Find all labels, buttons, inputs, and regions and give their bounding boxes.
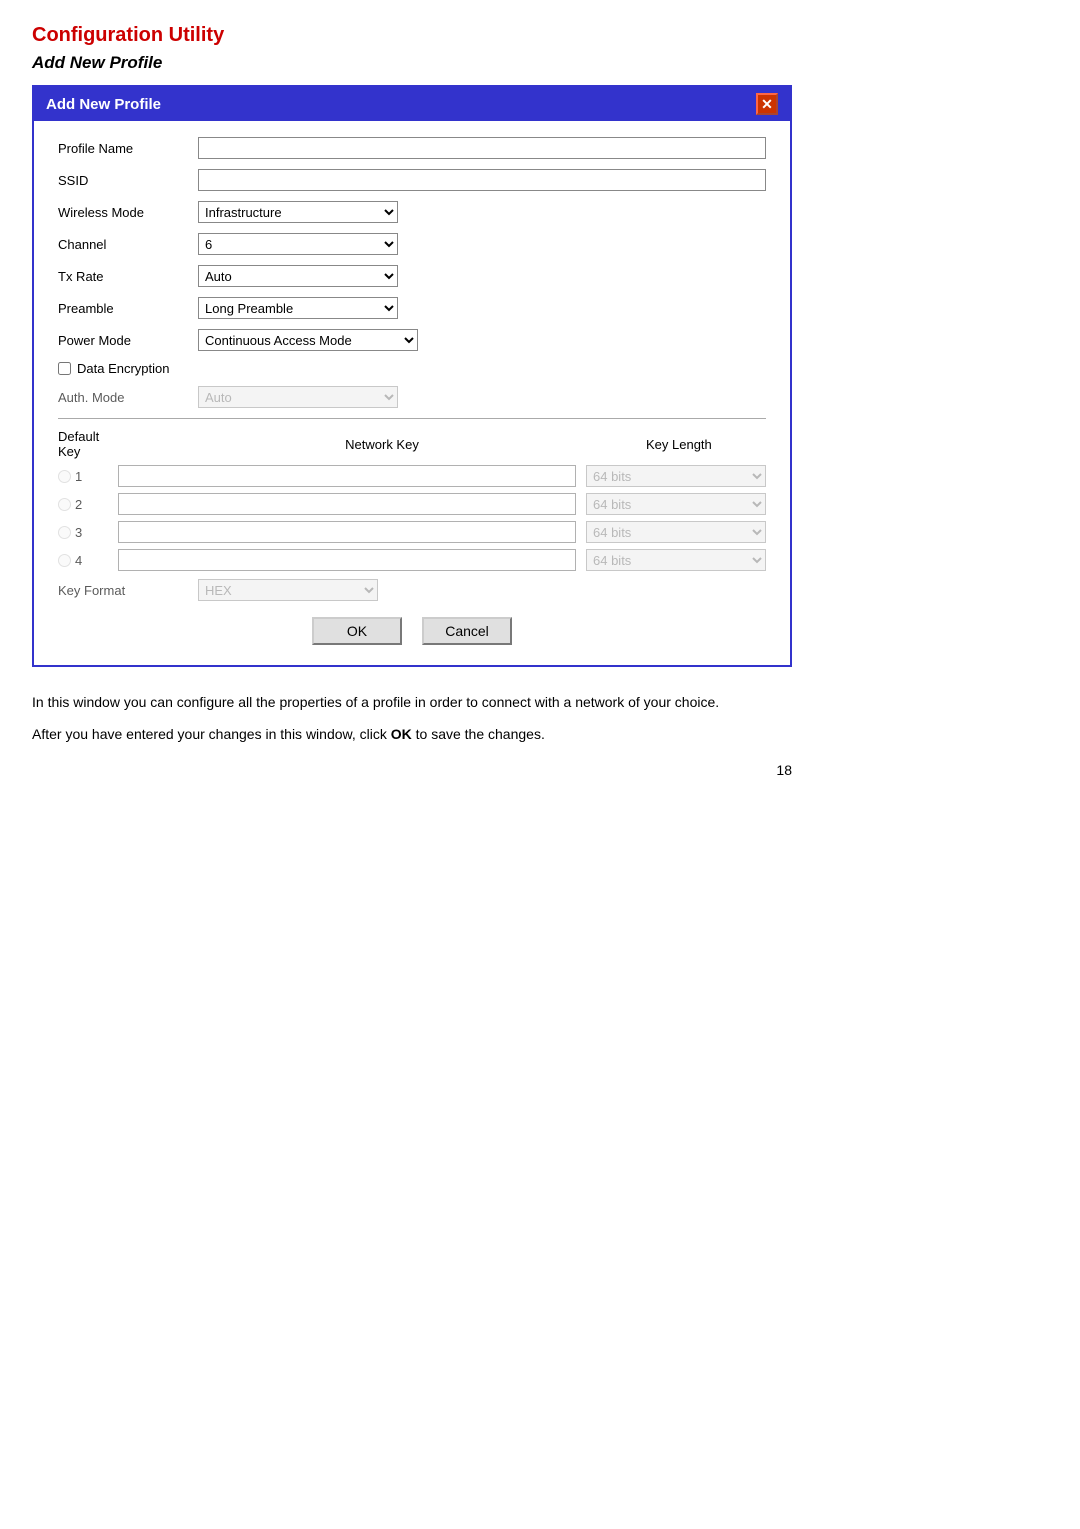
profile-name-input[interactable] bbox=[198, 137, 766, 159]
cancel-button[interactable]: Cancel bbox=[422, 617, 512, 645]
ssid-row: SSID bbox=[58, 169, 766, 191]
key4-network-input[interactable] bbox=[118, 549, 576, 571]
channel-control: 6 12345 7891011 bbox=[198, 233, 766, 255]
key2-radio-label: 2 bbox=[58, 497, 118, 512]
wireless-mode-label: Wireless Mode bbox=[58, 205, 198, 220]
key-format-label: Key Format bbox=[58, 583, 198, 598]
profile-name-label: Profile Name bbox=[58, 141, 198, 156]
key3-radio-label: 3 bbox=[58, 525, 118, 540]
power-mode-row: Power Mode Continuous Access Mode Maximu… bbox=[58, 329, 766, 351]
tx-rate-select[interactable]: Auto 1 Mbps2 Mbps5.5 Mbps11 Mbps bbox=[198, 265, 398, 287]
ssid-input[interactable] bbox=[198, 169, 766, 191]
default-key-header: Default Key bbox=[58, 429, 118, 459]
tx-rate-row: Tx Rate Auto 1 Mbps2 Mbps5.5 Mbps11 Mbps bbox=[58, 265, 766, 287]
close-icon: ✕ bbox=[761, 96, 773, 113]
description-p2-bold: OK bbox=[391, 726, 412, 742]
dialog-titlebar: Add New Profile ✕ bbox=[34, 87, 790, 121]
data-encryption-checkbox[interactable] bbox=[58, 362, 71, 375]
dialog-body: Profile Name SSID Wireless Mode Infrastr… bbox=[34, 121, 790, 665]
add-new-profile-dialog: Add New Profile ✕ Profile Name SSID Wire… bbox=[32, 85, 792, 667]
power-mode-select[interactable]: Continuous Access Mode Maximum Power Sav… bbox=[198, 329, 418, 351]
page-subtitle: Add New Profile bbox=[32, 53, 1048, 73]
wireless-mode-select[interactable]: Infrastructure Ad-hoc bbox=[198, 201, 398, 223]
key3-network-input[interactable] bbox=[118, 521, 576, 543]
section-divider bbox=[58, 418, 766, 419]
channel-select[interactable]: 6 12345 7891011 bbox=[198, 233, 398, 255]
key1-radio-label: 1 bbox=[58, 469, 118, 484]
key-format-row: Key Format HEXASCII bbox=[58, 579, 766, 601]
wireless-mode-control: Infrastructure Ad-hoc bbox=[198, 201, 766, 223]
data-encryption-label: Data Encryption bbox=[77, 361, 170, 376]
key4-label: 4 bbox=[75, 553, 82, 568]
auth-mode-row: Auth. Mode Auto Open SystemShared Key bbox=[58, 386, 766, 408]
wireless-mode-row: Wireless Mode Infrastructure Ad-hoc bbox=[58, 201, 766, 223]
key-length-header: Key Length bbox=[646, 437, 766, 452]
key1-radio[interactable] bbox=[58, 470, 71, 483]
key3-length-select[interactable]: 64 bits128 bits bbox=[586, 521, 766, 543]
key-format-select[interactable]: HEXASCII bbox=[198, 579, 378, 601]
key2-radio[interactable] bbox=[58, 498, 71, 511]
key1-label: 1 bbox=[75, 469, 82, 484]
key1-network-input[interactable] bbox=[118, 465, 576, 487]
key-row-1: 1 64 bits128 bits bbox=[58, 465, 766, 487]
dialog-close-button[interactable]: ✕ bbox=[756, 93, 778, 115]
ssid-label: SSID bbox=[58, 173, 198, 188]
description-paragraph1: In this window you can configure all the… bbox=[32, 691, 792, 713]
tx-rate-control: Auto 1 Mbps2 Mbps5.5 Mbps11 Mbps bbox=[198, 265, 766, 287]
network-key-header: Network Key bbox=[118, 437, 646, 452]
channel-label: Channel bbox=[58, 237, 198, 252]
auth-mode-control: Auto Open SystemShared Key bbox=[198, 386, 766, 408]
key3-radio[interactable] bbox=[58, 526, 71, 539]
key2-label: 2 bbox=[75, 497, 82, 512]
data-encryption-row: Data Encryption bbox=[58, 361, 766, 376]
key-row-4: 4 64 bits128 bits bbox=[58, 549, 766, 571]
auth-mode-label: Auth. Mode bbox=[58, 390, 198, 405]
profile-name-control bbox=[198, 137, 766, 159]
key1-length-select[interactable]: 64 bits128 bits bbox=[586, 465, 766, 487]
key4-radio[interactable] bbox=[58, 554, 71, 567]
power-mode-label: Power Mode bbox=[58, 333, 198, 348]
description-p2-suffix: to save the changes. bbox=[412, 726, 545, 742]
key3-label: 3 bbox=[75, 525, 82, 540]
preamble-row: Preamble Long Preamble Short PreambleAut… bbox=[58, 297, 766, 319]
auth-mode-select[interactable]: Auto Open SystemShared Key bbox=[198, 386, 398, 408]
channel-row: Channel 6 12345 7891011 bbox=[58, 233, 766, 255]
key-row-3: 3 64 bits128 bits bbox=[58, 521, 766, 543]
key2-length-select[interactable]: 64 bits128 bits bbox=[586, 493, 766, 515]
preamble-label: Preamble bbox=[58, 301, 198, 316]
preamble-select[interactable]: Long Preamble Short PreambleAuto bbox=[198, 297, 398, 319]
page-title: Configuration Utility bbox=[32, 24, 1048, 47]
button-row: OK Cancel bbox=[58, 617, 766, 645]
power-mode-control: Continuous Access Mode Maximum Power Sav… bbox=[198, 329, 766, 351]
ssid-control bbox=[198, 169, 766, 191]
page-number: 18 bbox=[32, 762, 792, 778]
key4-radio-label: 4 bbox=[58, 553, 118, 568]
description-paragraph2: After you have entered your changes in t… bbox=[32, 723, 792, 745]
tx-rate-label: Tx Rate bbox=[58, 269, 198, 284]
key-row-2: 2 64 bits128 bits bbox=[58, 493, 766, 515]
ok-button[interactable]: OK bbox=[312, 617, 402, 645]
key2-network-input[interactable] bbox=[118, 493, 576, 515]
profile-name-row: Profile Name bbox=[58, 137, 766, 159]
dialog-title-text: Add New Profile bbox=[46, 96, 161, 113]
description-p2-prefix: After you have entered your changes in t… bbox=[32, 726, 391, 742]
key4-length-select[interactable]: 64 bits128 bits bbox=[586, 549, 766, 571]
keys-header-row: Default Key Network Key Key Length bbox=[58, 429, 766, 459]
preamble-control: Long Preamble Short PreambleAuto bbox=[198, 297, 766, 319]
